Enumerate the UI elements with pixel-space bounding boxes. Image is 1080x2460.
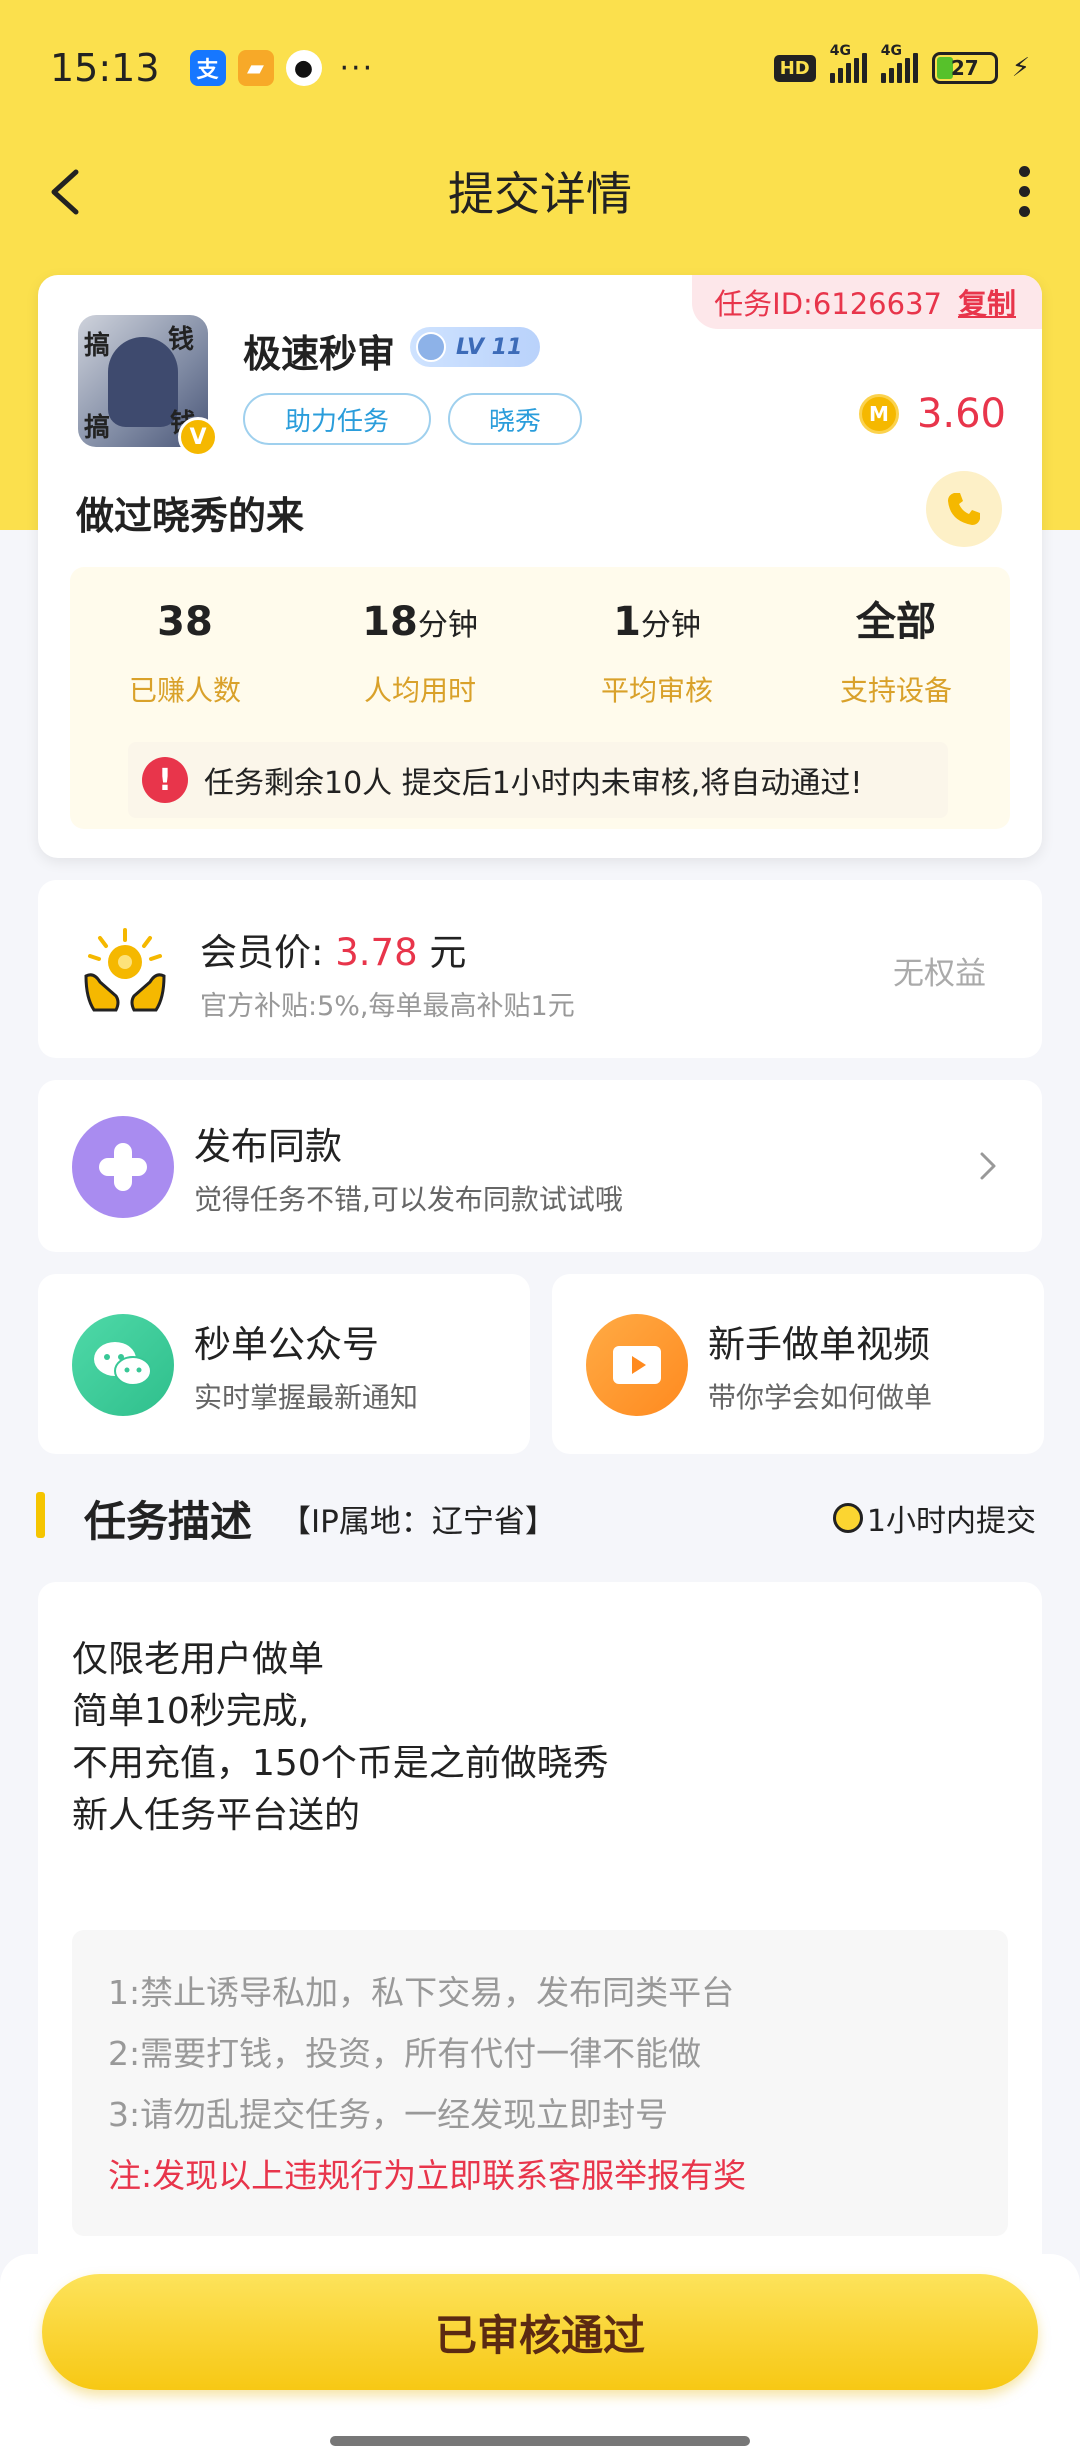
- copy-id-button[interactable]: 复制: [958, 281, 1016, 323]
- rule-item: 2:需要打钱，投资，所有代付一律不能做: [108, 2034, 702, 2073]
- page-title: 提交详情: [448, 167, 632, 221]
- section-accent-bar: [36, 1492, 45, 1538]
- task-price: M 3.60: [858, 391, 1006, 437]
- member-benefit-status: 无权益: [893, 956, 986, 992]
- task-id-tag: 任务ID:6126637 复制: [692, 275, 1042, 329]
- tag-assist-task: 助力任务: [243, 393, 431, 445]
- approved-status-button[interactable]: 已审核通过: [42, 2274, 1038, 2390]
- hd-voice-icon: HD: [773, 54, 816, 82]
- charging-icon: ⚡: [1011, 53, 1030, 83]
- member-price-card[interactable]: 会员价: 3.78 元 官方补贴:5%,每单最高补贴1元 无权益: [38, 880, 1042, 1058]
- task-description-header: 任务描述 【IP属地：辽宁省】 1小时内提交: [36, 1488, 1044, 1546]
- back-arrow-icon[interactable]: [40, 164, 96, 220]
- phone-icon: [948, 493, 980, 525]
- rules-box: 1:禁止诱导私加，私下交易，发布同类平台 2:需要打钱，投资，所有代付一律不能做…: [72, 1930, 1008, 2236]
- publish-subtitle: 觉得任务不错,可以发布同款试试哦: [194, 1183, 623, 1216]
- coin-icon: M: [858, 394, 899, 434]
- signal-icon-2: 4G: [880, 43, 918, 83]
- tutorial-video-title: 新手做单视频: [708, 1323, 930, 1366]
- member-price-title: 会员价: 3.78 元: [200, 931, 467, 974]
- battery-icon: 27: [931, 52, 998, 84]
- more-notifications-icon: ···: [339, 50, 375, 86]
- tutorial-video-subtitle: 带你学会如何做单: [708, 1381, 933, 1414]
- task-subtitle: 做过晓秀的来: [76, 494, 305, 538]
- status-bar: 15:13 支 ▰ ● ··· HD 4G 4G 27 ⚡: [0, 0, 1080, 136]
- plus-icon: [72, 1116, 174, 1218]
- tutorial-video-card[interactable]: 新手做单视频 带你学会如何做单: [552, 1274, 1044, 1454]
- stat-avg-time: 18分钟 人均用时: [362, 599, 478, 707]
- video-icon: [586, 1314, 688, 1416]
- rule-item: 1:禁止诱导私加，私下交易，发布同类平台: [108, 1973, 735, 2012]
- notes-app-icon: ▰: [237, 50, 274, 86]
- publisher-avatar[interactable]: 搞 钱 搞 钱 V: [78, 315, 218, 457]
- stats-box: 38 已赚人数 18分钟 人均用时 1分钟 平均审核 全部 支持设备 ! 任务剩…: [70, 567, 1010, 829]
- publish-title: 发布同款: [194, 1125, 342, 1168]
- qq-icon: ●: [285, 50, 322, 86]
- notice-text: 任务剩余10人 提交后1小时内未审核,将自动通过!: [204, 766, 863, 801]
- nav-bar: 提交详情: [0, 136, 1080, 246]
- task-id: 任务ID:6126637: [714, 287, 942, 321]
- rule-item: 3:请勿乱提交任务，一经发现立即封号: [108, 2095, 669, 2134]
- verified-badge-icon: V: [178, 417, 218, 457]
- auto-approve-notice: ! 任务剩余10人 提交后1小时内未审核,将自动通过!: [128, 742, 948, 818]
- chevron-right-icon: [980, 1152, 996, 1180]
- stat-devices: 全部 支持设备: [839, 599, 952, 707]
- section-title: 任务描述: [84, 1497, 253, 1546]
- stat-earned: 38 已赚人数: [128, 599, 241, 707]
- official-account-title: 秒单公众号: [194, 1323, 379, 1366]
- member-subsidy-text: 官方补贴:5%,每单最高补贴1元: [200, 991, 575, 1022]
- level-medal-icon: [416, 332, 446, 362]
- level-badge: LV 11: [410, 327, 540, 367]
- wechat-icon: [72, 1314, 174, 1416]
- member-price-value: 3.78: [335, 931, 418, 974]
- official-account-subtitle: 实时掌握最新通知: [194, 1381, 419, 1414]
- more-options-icon[interactable]: [1012, 156, 1036, 226]
- task-card: 任务ID:6126637 复制 搞 钱 搞 钱 V 极速秒审 LV 11 助力任…: [38, 275, 1042, 858]
- publish-same-card[interactable]: 发布同款 觉得任务不错,可以发布同款试试哦: [38, 1080, 1042, 1252]
- submit-deadline: 1小时内提交: [832, 1496, 1036, 1540]
- sun-hands-icon: [84, 928, 166, 1012]
- bottom-action-bar: 已审核通过: [0, 2254, 1080, 2460]
- report-warning: 注:发现以上违规行为立即联系客服举报有奖: [108, 2156, 747, 2195]
- level-text: LV 11: [456, 334, 523, 360]
- alipay-icon: 支: [189, 50, 226, 86]
- signal-icon-1: 4G: [829, 43, 867, 83]
- home-indicator[interactable]: [330, 2436, 750, 2446]
- call-button[interactable]: [926, 471, 1002, 547]
- status-time: 15:13: [50, 46, 160, 90]
- price-value: 3.60: [916, 391, 1006, 437]
- description-text: 仅限老用户做单 简单10秒完成, 不用充值，150个币是之前做晓秀 新人任务平台…: [72, 1639, 609, 1836]
- official-account-card[interactable]: 秒单公众号 实时掌握最新通知: [38, 1274, 530, 1454]
- tag-xiaoxiu: 晓秀: [448, 393, 582, 445]
- ip-location: 【IP属地：辽宁省】: [280, 1504, 556, 1540]
- task-name: 极速秒审: [243, 332, 396, 376]
- stat-avg-review: 1分钟 平均审核: [600, 599, 713, 707]
- clock-icon: [832, 1503, 863, 1533]
- warning-icon: !: [142, 757, 188, 803]
